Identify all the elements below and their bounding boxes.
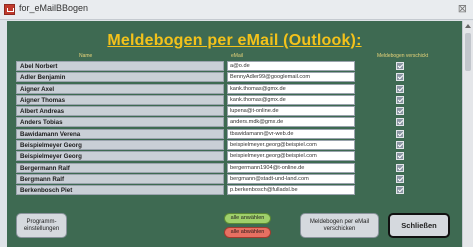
email-field[interactable]: bergermann1904@t-online.de: [227, 162, 355, 173]
sent-checkbox[interactable]: [396, 141, 404, 150]
sent-checkbox[interactable]: [396, 152, 404, 161]
deselect-all-button[interactable]: alle abwählen: [224, 227, 271, 238]
table-row: Aigner Thomas kank.thomas@gmx.de: [7, 94, 462, 106]
sent-checkbox[interactable]: [396, 163, 404, 172]
table-row: Beispielmeyer Georg beispielmeyer.georg@b…: [7, 140, 462, 151]
table-row: Aigner Axel kank.thomas@gmx.de: [7, 83, 462, 95]
column-header-sent: Meldebogen verschickt: [377, 53, 429, 59]
scroll-up-icon[interactable]: [465, 24, 471, 28]
sent-checkbox[interactable]: [396, 129, 404, 138]
sent-checkbox[interactable]: [396, 95, 404, 104]
name-field[interactable]: Beispielmeyer Georg: [16, 140, 224, 151]
sent-checkbox[interactable]: [396, 107, 404, 116]
close-button-label: Schließen: [401, 221, 437, 230]
title-bar: for_eMailBBogen ⊠: [0, 0, 473, 20]
window-title: for_eMailBBogen: [19, 3, 89, 13]
send-email-label: Meldebogen per eMail verschicken: [309, 218, 370, 232]
send-email-button[interactable]: Meldebogen per eMail verschicken: [300, 213, 379, 238]
table-row: Abel Norbert a@o.de: [7, 61, 462, 72]
sent-checkbox[interactable]: [396, 186, 404, 195]
name-field[interactable]: Anders Tobias: [16, 117, 224, 128]
record-list: Abel Norbert a@o.de Adler Benjamin BennyAdl…: [7, 61, 462, 197]
program-settings-button[interactable]: Programm- einstellungen: [16, 213, 67, 238]
name-field[interactable]: Bergermann Ralf: [16, 162, 224, 173]
table-row: Albert Andreas lupena@t-online.de: [7, 106, 462, 117]
form-icon: [4, 4, 15, 15]
name-field[interactable]: Albert Andreas: [16, 106, 224, 117]
sent-checkbox[interactable]: [396, 84, 404, 93]
email-form: Meldebogen per eMail (Outlook): Name eMa…: [7, 21, 462, 247]
sent-checkbox[interactable]: [396, 62, 404, 70]
name-field[interactable]: Beispielmeyer Georg: [16, 151, 224, 162]
sent-checkbox[interactable]: [396, 174, 404, 183]
sent-checkbox[interactable]: [396, 73, 404, 82]
table-row: Adler Benjamin BennyAdler99@googlemail.co…: [7, 72, 462, 83]
button-bar: Programm- einstellungen alle anwählen al…: [7, 209, 462, 247]
email-field[interactable]: BennyAdler99@googlemail.com: [227, 72, 355, 83]
name-field[interactable]: Aigner Axel: [16, 83, 224, 94]
email-field[interactable]: kank.thomas@gmx.de: [227, 94, 355, 105]
name-field[interactable]: Aigner Thomas: [16, 94, 224, 105]
close-button[interactable]: Schließen: [388, 213, 450, 238]
email-field[interactable]: anders.mdk@gmx.de: [227, 117, 355, 128]
deselect-all-label: alle abwählen: [230, 229, 265, 235]
email-field[interactable]: beispielmeyer.georg@beispiel.com: [227, 151, 355, 162]
name-field[interactable]: Adler Benjamin: [16, 72, 224, 83]
table-row: Anders Tobias anders.mdk@gmx.de: [7, 117, 462, 128]
select-all-label: alle anwählen: [230, 215, 265, 221]
table-row: Bergmann Ralf bergmann@stadt-und-land.com: [7, 173, 462, 185]
email-field[interactable]: tbawidamann@vr-web.de: [227, 128, 355, 139]
name-field[interactable]: Abel Norbert: [16, 61, 224, 71]
column-header-name: Name: [79, 53, 93, 59]
email-field[interactable]: p.berkenbosch@fulladsl.be: [227, 185, 355, 196]
email-field[interactable]: beispielmeyer.georg@beispiel.com: [227, 140, 355, 151]
table-row: Bergermann Ralf bergermann1904@t-online.d…: [7, 162, 462, 174]
table-row: Berkenbosch Piet p.berkenbosch@fulladsl.b…: [7, 185, 462, 196]
name-field[interactable]: Bawidamann Verena: [16, 128, 224, 139]
name-field[interactable]: Bergmann Ralf: [16, 173, 224, 184]
close-icon[interactable]: ⊠: [458, 2, 467, 15]
email-field[interactable]: kank.thomas@gmx.de: [227, 83, 355, 94]
email-field[interactable]: a@o.de: [227, 61, 355, 71]
sent-checkbox[interactable]: [396, 118, 404, 127]
application-window: for_eMailBBogen ⊠ Meldebogen per eMail (…: [0, 0, 473, 247]
vertical-scrollbar[interactable]: [462, 21, 473, 247]
program-settings-label: Programm- einstellungen: [23, 218, 60, 232]
email-field[interactable]: bergmann@stadt-und-land.com: [227, 173, 355, 184]
table-row: Beispielmeyer Georg beispielmeyer.georg@b…: [7, 151, 462, 162]
select-all-button[interactable]: alle anwählen: [224, 213, 271, 224]
table-row: Bawidamann Verena tbawidamann@vr-web.de: [7, 128, 462, 140]
column-header-email: eMail: [231, 53, 243, 59]
name-field[interactable]: Berkenbosch Piet: [16, 185, 224, 196]
page-title: Meldebogen per eMail (Outlook):: [107, 32, 362, 49]
scroll-thumb[interactable]: [465, 33, 471, 71]
email-field[interactable]: lupena@t-online.de: [227, 106, 355, 117]
